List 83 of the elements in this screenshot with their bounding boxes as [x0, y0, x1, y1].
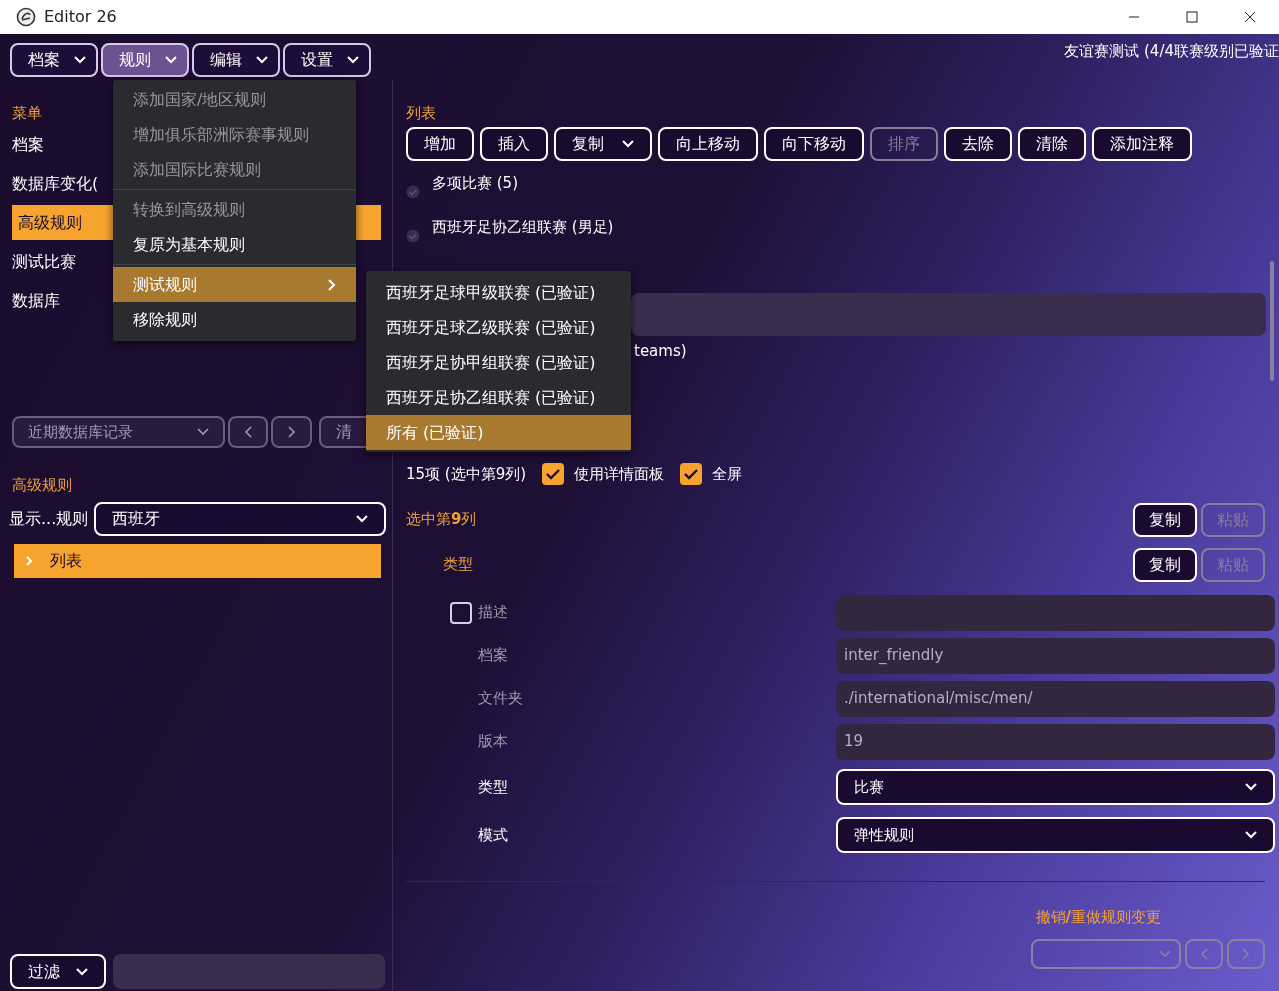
section-heading: 高级规则: [12, 475, 73, 494]
menu-button[interactable]: 规则: [101, 43, 189, 77]
filter-label: 显示...规则: [9, 508, 89, 530]
checkbox-label: 使用详情面板: [574, 463, 665, 485]
list-field[interactable]: [631, 293, 1266, 336]
item-count: 15项 (选中第9列): [406, 463, 527, 485]
menu-item[interactable]: 西班牙足球甲级联赛 (已验证): [366, 275, 631, 310]
redo-button[interactable]: [1227, 938, 1265, 969]
check-icon: [406, 185, 420, 199]
check-icon: [683, 468, 700, 480]
toolbar-button[interactable]: 向上移动: [658, 127, 758, 161]
toolbar-button[interactable]: 插入: [480, 127, 548, 161]
undo-redo-heading: 撤销/重做规则变更: [1035, 907, 1161, 928]
chevron-left-icon: [244, 426, 252, 438]
history-select[interactable]: 近期数据库记录: [12, 416, 225, 448]
toolbar-button[interactable]: 清除: [1018, 127, 1086, 161]
subsection-heading: 类型: [443, 554, 473, 576]
app-logo-icon: [16, 7, 36, 27]
menu-item[interactable]: 西班牙足协甲组联赛 (已验证): [366, 345, 631, 380]
field-label: 模式: [478, 824, 508, 846]
menu-item[interactable]: 西班牙足协乙组联赛 (已验证): [366, 380, 631, 415]
caret-icon: [74, 56, 86, 64]
checkbox[interactable]: [680, 463, 703, 485]
history-select[interactable]: [1031, 938, 1181, 969]
filter-field[interactable]: [113, 954, 385, 989]
text-field[interactable]: [836, 594, 1275, 631]
undo-button[interactable]: [1185, 938, 1223, 969]
type-select[interactable]: 比赛: [836, 769, 1275, 805]
filter-select[interactable]: 过滤: [10, 954, 106, 989]
header-status: 友谊赛测试 (4/4联赛级别已验证: [1064, 41, 1279, 62]
list-item[interactable]: 多项比赛 (5): [432, 171, 518, 195]
type-select[interactable]: 弹性规则: [836, 817, 1275, 853]
field-label: 版本: [478, 731, 508, 753]
list-item[interactable]: 西班牙足协乙组联赛 (男足): [432, 215, 614, 239]
chevron-left-icon: [1200, 947, 1208, 960]
checkbox[interactable]: [542, 463, 565, 485]
caret-icon: [1159, 949, 1171, 958]
check-icon: [406, 229, 420, 243]
caret-icon: [256, 56, 268, 64]
menu-item[interactable]: 测试规则: [113, 267, 356, 302]
forward-button[interactable]: [271, 416, 312, 448]
copy-button[interactable]: 复制: [1133, 502, 1197, 537]
toolbar-button[interactable]: 添加注释: [1092, 127, 1192, 161]
close-icon: [1244, 11, 1256, 23]
menu-button[interactable]: 设置: [283, 43, 371, 77]
window-title: Editor 26: [44, 6, 117, 28]
caret-icon: [1245, 783, 1257, 791]
region-select[interactable]: 西班牙: [94, 502, 387, 536]
tree-item[interactable]: 列表: [14, 544, 381, 578]
caret-icon: [197, 428, 209, 436]
maximize-icon: [1186, 11, 1198, 23]
toolbar-button[interactable]: 复制: [554, 127, 652, 161]
chevron-right-icon: [287, 426, 296, 438]
list-item[interactable]: teams): [634, 340, 1270, 363]
scrollbar[interactable]: [1270, 261, 1274, 381]
menu-item[interactable]: 移除规则: [113, 302, 356, 337]
menu-button[interactable]: 编辑: [192, 43, 280, 77]
section-heading: 菜单: [12, 103, 43, 124]
field-label: 描述: [478, 602, 508, 624]
back-button[interactable]: [228, 416, 268, 448]
toolbar-button[interactable]: 去除: [944, 127, 1012, 161]
menu-item[interactable]: 所有 (已验证): [366, 415, 631, 450]
check-icon: [545, 468, 562, 480]
checkbox-label: 全屏: [712, 463, 743, 485]
toolbar-button[interactable]: 增加: [406, 127, 474, 161]
menu-button[interactable]: 档案: [10, 43, 98, 77]
caret-icon: [165, 56, 177, 64]
field-label: 文件夹: [478, 688, 523, 710]
chevron-right-icon: [1242, 947, 1250, 960]
copy-button[interactable]: 复制: [1133, 547, 1197, 582]
toolbar-button[interactable]: 向下移动: [764, 127, 864, 161]
caret-icon: [622, 140, 634, 148]
caret-icon: [1245, 831, 1257, 839]
caret-icon: [347, 56, 359, 64]
caret-icon: [356, 515, 369, 523]
section-heading: 列表: [406, 103, 437, 124]
field-label: 类型: [478, 776, 508, 798]
chevron-icon: [24, 556, 34, 566]
caret-icon: [76, 967, 88, 976]
menu-item[interactable]: 西班牙足球乙级联赛 (已验证): [366, 310, 631, 345]
field-label: 档案: [478, 645, 508, 667]
section-heading: 选中第9列: [406, 509, 477, 531]
menu-item[interactable]: 复原为基本规则: [113, 227, 356, 262]
